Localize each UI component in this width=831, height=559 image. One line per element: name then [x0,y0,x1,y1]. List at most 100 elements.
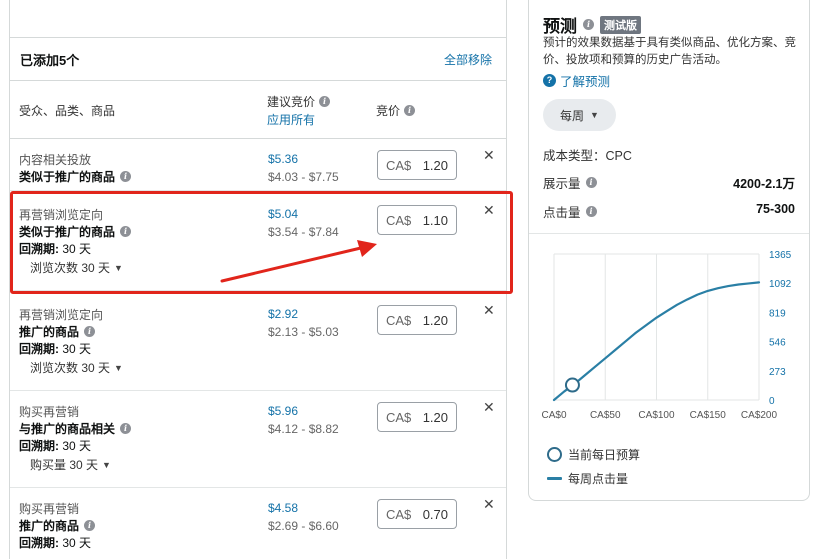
info-icon[interactable]: i [585,177,597,188]
lookback-label: 回溯期: [19,242,59,256]
chevron-down-icon: ▼ [590,110,599,120]
bid-input[interactable]: CA$ 1.10 [377,205,457,235]
info-icon[interactable]: i [120,171,132,182]
suggested-range: $4.03 - $7.75 [268,170,339,184]
suggested-range: $3.54 - $7.84 [268,225,339,239]
bid-currency: CA$ [386,157,412,173]
row-type: 再营销浏览定向 [19,208,104,222]
row-type: 再营销浏览定向 [19,308,104,322]
chevron-down-icon: ▼ [102,459,111,470]
remove-row-icon[interactable]: ✕ [483,399,495,416]
clicks-value: 75-300 [756,202,795,216]
added-bar: 已添加5个 全部移除 [10,38,506,81]
suggested-price: $5.36 [268,152,299,166]
info-icon[interactable]: i [84,326,96,337]
lookback-label: 回溯期: [19,342,59,356]
row-name-text: 推广的商品 [19,325,80,339]
bid-currency: CA$ [386,212,412,228]
info-icon[interactable]: i [84,520,96,531]
x-tick-label: CA$200 [741,410,778,421]
table-row: 购买再营销 推广的商品 i 回溯期: 30 天 $4.58 $2.69 - $6… [10,488,506,559]
suggested-price: $5.96 [268,404,299,418]
bid-currency: CA$ [386,506,412,522]
lookback-value: 30 天 [62,242,92,256]
x-tick-label: CA$150 [690,410,727,421]
impressions-label: 展示量 i [543,173,597,192]
col-suggested-label: 建议竞价 [267,95,316,109]
question-icon: ? [543,74,556,87]
row-name-text: 推广的商品 [19,519,80,533]
remove-row-icon[interactable]: ✕ [483,496,495,513]
y-tick-label: 273 [769,367,786,378]
row-dropdown[interactable]: 浏览次数 30 天 ▼ [30,359,123,376]
forecast-chart: CA$0 CA$50 CA$100 CA$150 CA$200 0 273 546 819 109… [541,250,791,421]
period-dropdown[interactable]: 每周 ▼ [543,99,616,131]
row-dropdown-text: 购买量 30 天 [30,458,99,472]
info-icon[interactable]: i [319,96,331,107]
y-tick-label: 819 [769,308,786,319]
added-count: 已添加5个 [20,52,80,68]
current-budget-marker [564,377,580,393]
lookback-value: 30 天 [62,439,92,453]
row-dropdown[interactable]: 浏览次数 30 天 ▼ [30,259,123,276]
learn-forecast-text: 了解预测 [560,75,611,89]
col-suggested: 建议竞价 i [267,93,331,110]
x-tick-label: CA$0 [541,410,566,421]
x-tick-label: CA$50 [590,410,621,421]
row-lookback: 回溯期: 30 天 [19,340,91,357]
table-row: 购买再营销 与推广的商品相关 i 回溯期: 30 天 购买量 30 天 ▼ $5.… [10,391,506,488]
row-lookback: 回溯期: 30 天 [19,437,91,454]
lookback-value: 30 天 [62,342,92,356]
chevron-down-icon: ▼ [114,362,123,373]
legend-clicks: 每周点击量 [547,470,628,487]
beta-badge: 测试版 [600,15,641,34]
info-icon[interactable]: i [583,19,594,30]
impressions-label-text: 展示量 [543,177,581,191]
remove-row-icon[interactable]: ✕ [483,147,495,164]
forecast-title-text: 预测 [543,17,577,36]
row-type: 购买再营销 [19,405,80,419]
bid-input[interactable]: CA$ 1.20 [377,402,457,432]
clicks-label-text: 点击量 [543,206,581,220]
legend-budget: 当前每日预算 [547,446,640,463]
cost-type: 成本类型：CPC [543,149,632,163]
bid-value: 1.20 [422,312,448,328]
bid-value: 1.20 [422,157,448,173]
forecast-description: 预计的效果数据基于具有类似商品、优化方案、竞价、投放项和预算的历史广告活动。 [543,37,796,66]
column-header: 受众、品类、商品 建议竞价 i 应用所有 竞价 i [10,81,506,139]
bid-input[interactable]: CA$ 1.20 [377,150,457,180]
row-name: 推广的商品 i [19,517,96,534]
divider [529,233,809,234]
forecast-title: 预测 i 测试版 [543,12,641,37]
remove-row-icon[interactable]: ✕ [483,202,495,219]
lookback-value: 30 天 [62,536,92,550]
bid-input[interactable]: CA$ 1.20 [377,305,457,335]
bid-value: 0.70 [422,506,448,522]
bid-value: 1.20 [422,409,448,425]
apply-all-link[interactable]: 应用所有 [267,111,315,128]
remove-row-icon[interactable]: ✕ [483,302,495,319]
row-name: 类似于推广的商品 i [19,168,132,185]
col-bid-label: 竞价 [376,104,401,118]
legend-budget-text: 当前每日预算 [568,448,641,462]
row-name-text: 与推广的商品相关 [19,422,116,436]
row-dropdown[interactable]: 购买量 30 天 ▼ [30,456,111,473]
table-row: 再营销浏览定向 类似于推广的商品 i 回溯期: 30 天 浏览次数 30 天 ▼ … [10,194,506,291]
bid-currency: CA$ [386,312,412,328]
circle-marker-icon [547,447,562,462]
row-type: 购买再营销 [19,502,80,516]
info-icon[interactable]: i [120,423,132,434]
remove-all-link[interactable]: 全部移除 [444,51,492,68]
period-value: 每周 [560,108,585,123]
info-icon[interactable]: i [585,206,597,217]
info-icon[interactable]: i [404,105,416,116]
row-name-text: 类似于推广的商品 [19,170,116,184]
lookback-label: 回溯期: [19,439,59,453]
bid-value: 1.10 [422,212,448,228]
info-icon[interactable]: i [120,226,132,237]
suggested-price: $5.04 [268,207,299,221]
bid-input[interactable]: CA$ 0.70 [377,499,457,529]
learn-forecast-link[interactable]: ? 了解预测 [543,71,610,90]
suggested-range: $4.12 - $8.82 [268,422,339,436]
row-name: 推广的商品 i [19,323,96,340]
